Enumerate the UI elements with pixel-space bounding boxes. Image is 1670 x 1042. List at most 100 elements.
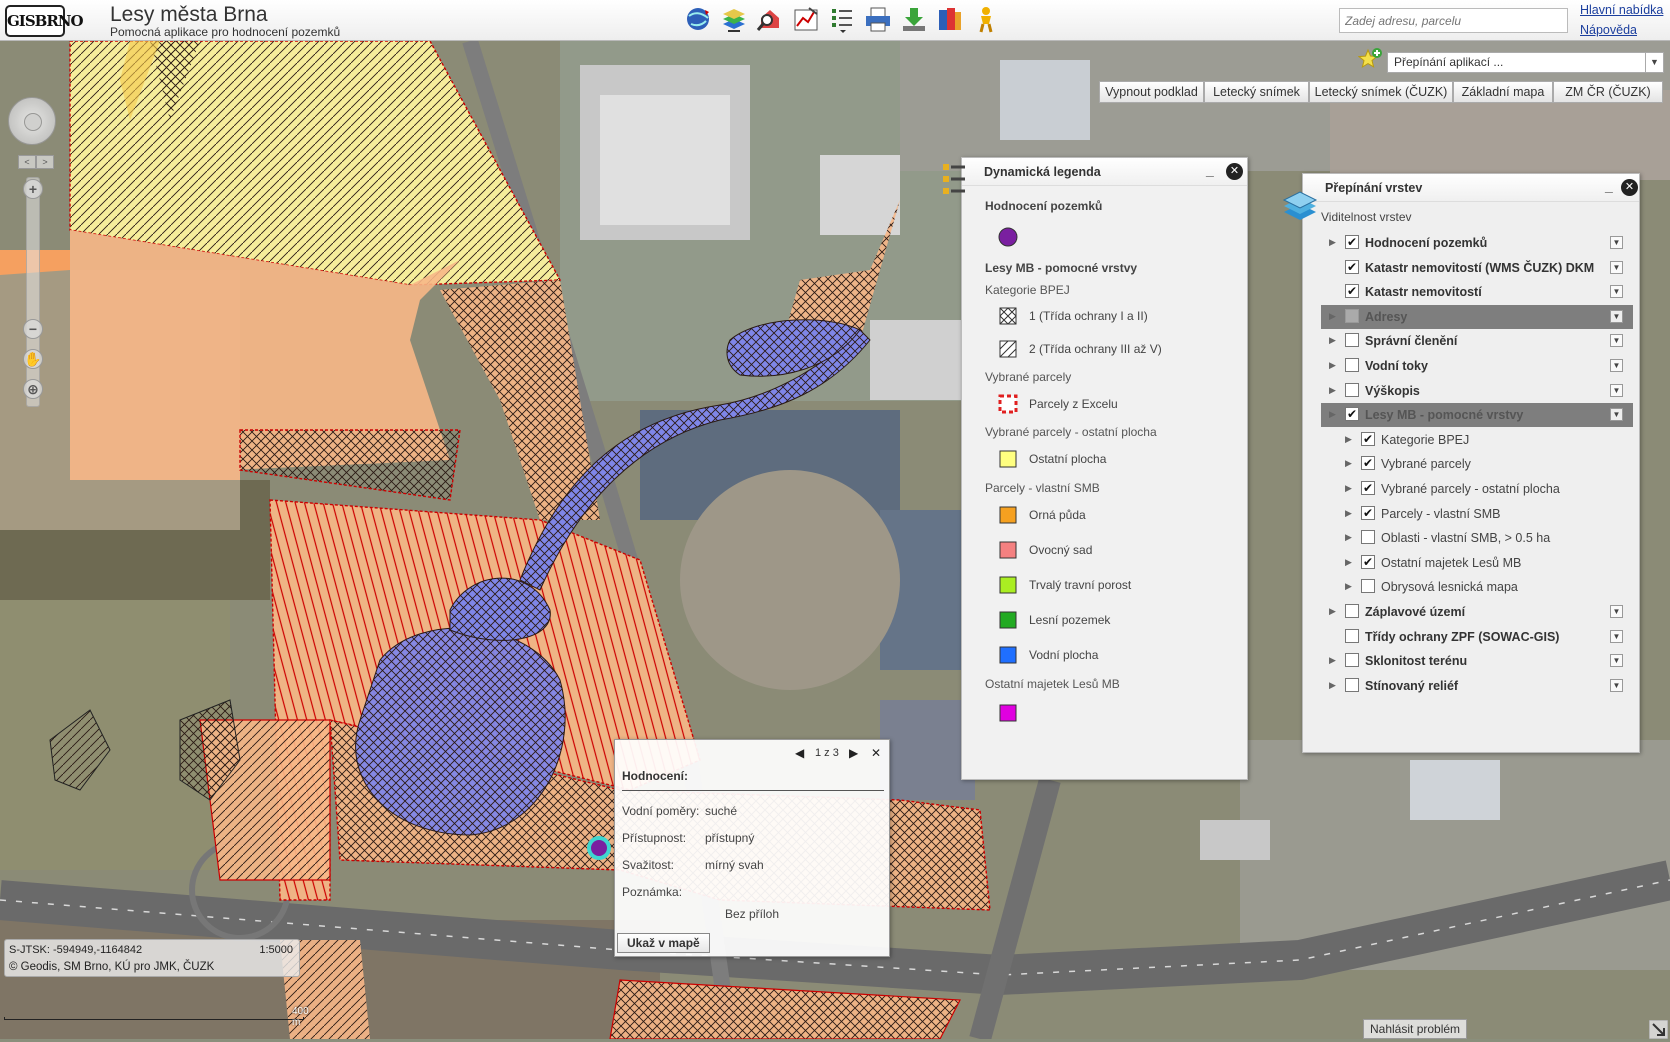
legend-header[interactable]: Dynamická legenda _ ✕ [962,158,1247,186]
expand-icon[interactable]: ▶ [1329,606,1339,616]
layer-checkbox[interactable]: ✔ [1345,259,1359,274]
layer-menu-icon[interactable]: ▼ [1610,605,1623,618]
minimize-icon[interactable]: _ [1605,178,1617,194]
rotate-right-button[interactable]: > [36,155,54,169]
prev-icon[interactable]: ◀ [795,746,804,760]
layer-row[interactable]: ▶ Záplavové území ▼ [1321,600,1633,624]
expand-icon[interactable]: ▶ [1329,655,1339,665]
pan-center[interactable] [24,113,42,131]
layer-checkbox[interactable] [1361,530,1375,545]
layer-menu-icon[interactable]: ▼ [1610,334,1623,348]
layer-checkbox[interactable]: ✔ [1361,431,1375,446]
layer-checkbox[interactable]: ✔ [1361,554,1375,569]
close-icon[interactable]: ✕ [1226,163,1243,180]
layer-menu-icon[interactable]: ▼ [1610,359,1623,372]
layer-menu-icon[interactable]: ▼ [1610,654,1623,668]
expand-icon[interactable]: ▶ [1329,680,1339,690]
expand-icon[interactable]: ▶ [1329,409,1339,419]
layer-row[interactable]: ▶ ✔ Vybrané parcely [1321,452,1633,476]
layer-row[interactable]: ▶ ✔ Ostatní majetek Lesů MB [1321,551,1633,575]
layers-stack-icon[interactable] [1280,188,1320,224]
close-icon[interactable]: ✕ [1621,179,1638,196]
expand-icon[interactable]: ▶ [1345,458,1355,468]
layers-icon[interactable] [719,4,749,34]
layer-checkbox[interactable] [1345,358,1359,372]
layer-checkbox[interactable] [1345,382,1359,397]
layer-menu-icon[interactable]: ▼ [1610,383,1623,397]
layer-row[interactable]: ▶ ✔ Hodnocení pozemků ▼ [1321,231,1633,255]
app-switcher-select[interactable]: Přepínání aplikací ... ▼ [1387,52,1664,73]
basemap-zm-cr-button[interactable]: ZM ČR (ČUZK) [1553,81,1663,103]
expand-icon[interactable]: ▶ [1329,311,1339,321]
layer-row[interactable]: ✔ Katastr nemovitostí (WMS ČUZK) DKM ▼ [1321,256,1633,280]
next-icon[interactable]: ▶ [849,746,858,760]
basemap-aerial-cuzk-button[interactable]: Letecký snímek (ČUZK) [1309,81,1453,103]
report-problem-button[interactable]: Nahlásit problém [1363,1019,1468,1039]
layer-menu-icon[interactable]: ▼ [1610,236,1623,249]
layer-row[interactable]: ▶ Obrysová lesnická mapa [1321,575,1633,599]
layer-row[interactable]: ▶ Výškopis ▼ [1321,379,1633,403]
expand-icon[interactable]: ▶ [1345,483,1355,493]
gisbrno-logo[interactable]: GISBRNO [5,5,84,37]
layer-row[interactable]: Třídy ochrany ZPF (SOWAC-GIS) ▼ [1321,625,1633,649]
layer-checkbox[interactable]: ✔ [1361,456,1375,471]
list-icon[interactable] [827,4,857,34]
layer-row[interactable]: ▶ Správní členění ▼ [1321,329,1633,353]
expand-icon[interactable]: ▶ [1345,581,1355,591]
zoom-in-button[interactable]: + [23,179,43,199]
layer-menu-icon[interactable]: ▼ [1610,629,1623,643]
legend-list-icon[interactable] [941,162,967,200]
layer-checkbox[interactable] [1345,677,1359,692]
layer-checkbox[interactable] [1345,604,1359,618]
draw-icon[interactable] [791,4,821,34]
download-icon[interactable] [899,4,929,34]
rotate-left-button[interactable]: < [18,155,36,169]
layer-checkbox[interactable] [1345,628,1359,643]
layer-checkbox[interactable]: ✔ [1345,407,1359,422]
layer-checkbox[interactable] [1345,653,1359,668]
star-add-icon[interactable] [1357,48,1382,72]
expand-icon[interactable]: ▶ [1329,360,1339,370]
basemap-aerial-button[interactable]: Letecký snímek [1204,81,1309,103]
expand-icon[interactable]: ▶ [1329,237,1339,247]
layer-checkbox[interactable]: ✔ [1361,481,1375,495]
search-map-icon[interactable] [755,4,785,34]
layer-row[interactable]: ▶ ✔ Vybrané parcely - ostatní plocha [1321,477,1633,501]
chevron-down-icon[interactable]: ▼ [1645,53,1663,72]
layer-checkbox[interactable]: ✔ [1361,505,1375,520]
zoom-out-button[interactable]: − [23,319,43,339]
show-in-map-button[interactable]: Ukaž v mapě [617,933,710,953]
layer-row[interactable]: ▶ ✔ Lesy MB - pomocné vrstvy ▼ [1321,403,1633,428]
layer-row[interactable]: ▶ Sklonitost terénu ▼ [1321,649,1633,673]
pan-tool-icon[interactable]: ✋ [23,349,43,369]
layers-header[interactable]: Přepínání vrstev _ ✕ [1303,174,1639,202]
layer-row[interactable]: ▶ Adresy ▼ [1321,304,1633,329]
layer-checkbox[interactable] [1345,333,1359,348]
layer-menu-icon[interactable]: ▼ [1610,678,1623,692]
layer-row[interactable]: ✔ Katastr nemovitostí ▼ [1321,280,1633,304]
layer-row[interactable]: ▶ Oblasti - vlastní SMB, > 0.5 ha [1321,526,1633,550]
layer-menu-icon[interactable]: ▼ [1610,309,1623,323]
layer-checkbox[interactable]: ✔ [1345,235,1359,249]
layer-row[interactable]: ▶ Stínovaný reliéf ▼ [1321,674,1633,698]
resize-icon[interactable] [1648,1019,1669,1040]
layer-row[interactable]: ▶ ✔ Parcely - vlastní SMB [1321,502,1633,526]
expand-icon[interactable]: ▶ [1345,557,1355,567]
expand-icon[interactable]: ▶ [1345,508,1355,518]
zoom-box-icon[interactable]: ⊕ [23,379,43,399]
globe-icon[interactable] [683,4,713,34]
person-icon[interactable] [971,4,1001,34]
pan-control[interactable] [8,97,56,145]
layer-checkbox[interactable] [1361,579,1375,594]
layer-row[interactable]: ▶ Vodní toky ▼ [1321,354,1633,378]
print-icon[interactable] [863,4,893,34]
zoom-slider[interactable] [26,177,40,407]
expand-icon[interactable]: ▶ [1345,532,1355,542]
main-menu-link[interactable]: Hlavní nabídka [1580,3,1663,17]
layer-menu-icon[interactable]: ▼ [1610,408,1623,422]
help-link[interactable]: Nápověda [1580,23,1637,37]
expand-icon[interactable]: ▶ [1329,335,1339,345]
basemap-off-button[interactable]: Vypnout podklad [1099,81,1204,103]
layer-row[interactable]: ▶ ✔ Kategorie BPEJ [1321,428,1633,452]
layer-menu-icon[interactable]: ▼ [1610,285,1623,299]
